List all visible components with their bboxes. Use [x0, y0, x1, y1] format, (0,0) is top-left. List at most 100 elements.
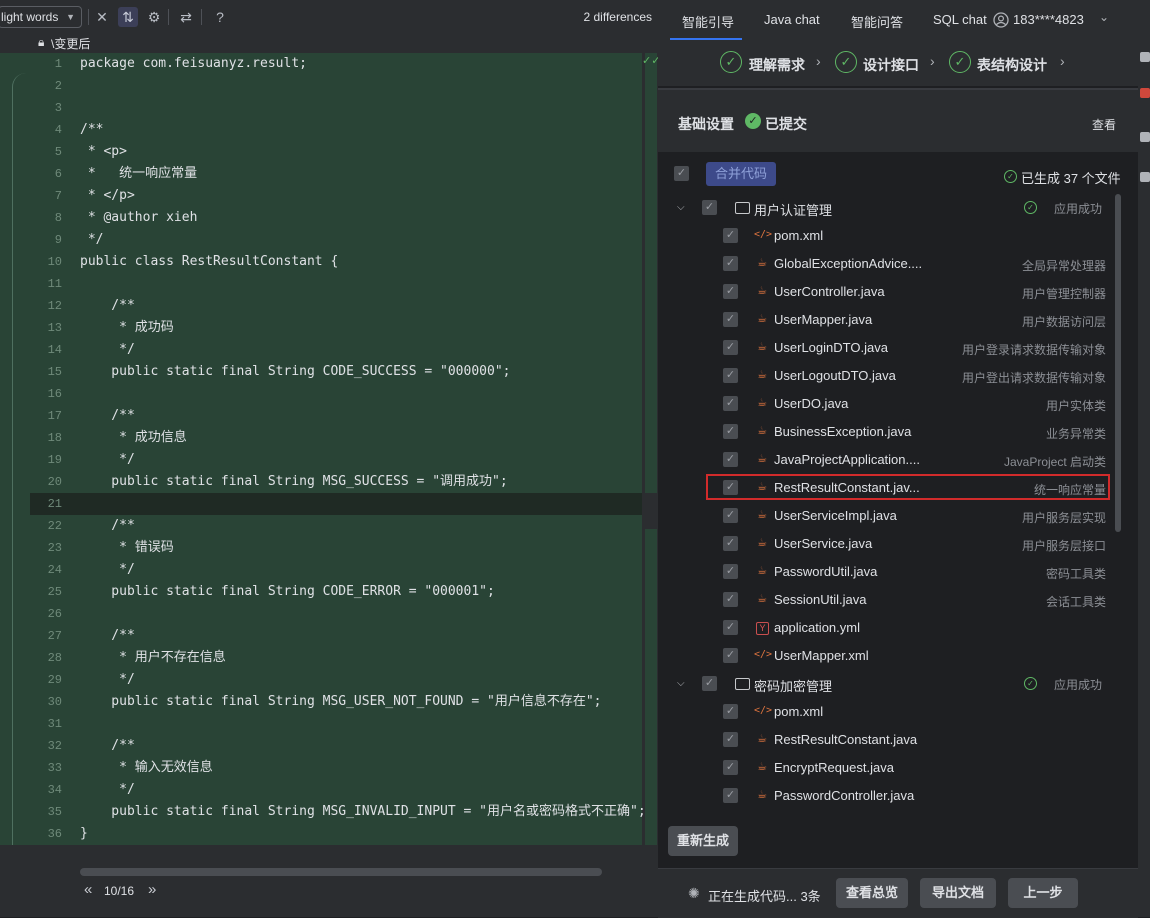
- file-checkbox[interactable]: ✓: [723, 228, 738, 243]
- file-name[interactable]: UserServiceImpl.java: [774, 508, 897, 523]
- file-description: 用户管理控制器: [1021, 287, 1106, 301]
- view-link[interactable]: 查看: [1092, 116, 1116, 133]
- swap-sides-icon[interactable]: ⇄: [176, 7, 196, 27]
- file-name[interactable]: UserController.java: [774, 284, 885, 299]
- line-number: 18: [47, 431, 62, 445]
- file-checkbox[interactable]: ✓: [723, 340, 738, 355]
- file-checkbox[interactable]: ✓: [723, 620, 738, 635]
- submitted-status: 已提交: [765, 116, 807, 132]
- diff-gutter: [0, 53, 30, 845]
- file-checkbox[interactable]: ✓: [723, 452, 738, 467]
- file-checkbox[interactable]: ✓: [723, 536, 738, 551]
- file-name[interactable]: application.yml: [774, 620, 860, 635]
- difference-pager: 10/16: [104, 884, 135, 898]
- java-file-icon: ☕︎: [757, 789, 767, 801]
- step-check-icon: ✓: [835, 51, 857, 73]
- yaml-file-icon: Y: [756, 622, 769, 635]
- file-checkbox[interactable]: ✓: [723, 312, 738, 327]
- tool-window-icon[interactable]: [1140, 88, 1150, 98]
- file-name[interactable]: UserLogoutDTO.java: [774, 368, 896, 383]
- step-design-interface[interactable]: 设计接口: [863, 55, 919, 75]
- file-list-scrollbar[interactable]: [1115, 194, 1121, 532]
- file-checkbox[interactable]: ✓: [723, 760, 738, 775]
- group-checkbox[interactable]: ✓: [702, 200, 717, 215]
- divider: [88, 9, 89, 25]
- file-checkbox[interactable]: ✓: [723, 592, 738, 607]
- file-name[interactable]: GlobalExceptionAdvice....: [774, 256, 922, 271]
- highlight-words-dropdown[interactable]: light words ▼: [0, 6, 82, 28]
- file-checkbox[interactable]: ✓: [723, 704, 738, 719]
- line-number: 22: [47, 519, 62, 533]
- regenerate-button[interactable]: 重新生成: [668, 826, 738, 856]
- select-all-checkbox[interactable]: ✓: [674, 166, 689, 181]
- line-number: 16: [47, 387, 62, 401]
- file-checkbox[interactable]: ✓: [723, 788, 738, 803]
- code-line: * </p>: [80, 188, 135, 203]
- horizontal-scrollbar[interactable]: [80, 868, 602, 876]
- account-number[interactable]: 183****4823: [1013, 12, 1084, 27]
- file-name[interactable]: PasswordController.java: [774, 788, 914, 803]
- file-name[interactable]: JavaProjectApplication....: [774, 452, 920, 467]
- chevron-down-icon[interactable]: ⌵: [677, 202, 685, 213]
- view-overview-button[interactable]: 查看总览: [836, 878, 908, 908]
- file-checkbox[interactable]: ✓: [723, 284, 738, 299]
- code-line: */: [80, 452, 135, 467]
- file-checkbox[interactable]: ✓: [723, 564, 738, 579]
- file-name[interactable]: SessionUtil.java: [774, 592, 867, 607]
- code-line: public static final String CODE_SUCCESS …: [80, 364, 511, 379]
- file-description: 会话工具类: [1045, 595, 1106, 609]
- tab-smart-guide[interactable]: 智能引导: [682, 12, 734, 31]
- tab-smart-qa[interactable]: 智能问答: [851, 12, 903, 31]
- line-number: 32: [47, 739, 62, 753]
- sync-scroll-icon[interactable]: ⇅: [118, 7, 138, 27]
- tab-sql-chat[interactable]: SQL chat: [933, 12, 987, 27]
- file-name[interactable]: EncryptRequest.java: [774, 760, 894, 775]
- code-line: */: [80, 232, 104, 247]
- previous-difference-icon[interactable]: «: [84, 881, 92, 898]
- file-path: \变更后: [51, 37, 91, 51]
- file-name[interactable]: UserService.java: [774, 536, 872, 551]
- file-name[interactable]: pom.xml: [774, 704, 823, 719]
- tool-window-icon[interactable]: [1140, 132, 1150, 142]
- help-icon[interactable]: ?: [210, 7, 230, 27]
- java-file-icon: ☕︎: [757, 257, 767, 269]
- next-difference-icon[interactable]: »: [148, 881, 156, 898]
- group-checkbox[interactable]: ✓: [702, 676, 717, 691]
- code-line: */: [80, 562, 135, 577]
- step-understand-requirements[interactable]: 理解需求: [749, 55, 805, 75]
- file-checkbox[interactable]: ✓: [723, 648, 738, 663]
- file-checkbox[interactable]: ✓: [723, 732, 738, 747]
- tab-java-chat[interactable]: Java chat: [764, 12, 820, 27]
- previous-step-button[interactable]: 上一步: [1008, 878, 1078, 908]
- chevron-down-icon[interactable]: ⌄: [1099, 10, 1109, 24]
- code-line: * 统一响应常量: [80, 166, 198, 181]
- file-name[interactable]: UserMapper.xml: [774, 648, 869, 663]
- line-number: 25: [47, 585, 62, 599]
- file-name[interactable]: PasswordUtil.java: [774, 564, 877, 579]
- file-name[interactable]: BusinessException.java: [774, 424, 911, 439]
- line-number: 26: [47, 607, 62, 621]
- collapse-icon[interactable]: ✕: [92, 7, 112, 27]
- step-table-design[interactable]: 表结构设计: [977, 55, 1047, 75]
- line-number: 9: [54, 233, 62, 247]
- chevron-down-icon[interactable]: ⌵: [677, 678, 685, 689]
- merge-code-button[interactable]: 合并代码: [706, 162, 776, 186]
- file-name[interactable]: UserDO.java: [774, 396, 848, 411]
- export-document-button[interactable]: 导出文档: [920, 878, 996, 908]
- file-name[interactable]: UserMapper.java: [774, 312, 872, 327]
- diff-scrollbar[interactable]: [643, 53, 658, 845]
- java-file-icon: ☕︎: [757, 537, 767, 549]
- file-checkbox[interactable]: ✓: [723, 424, 738, 439]
- tool-window-icon[interactable]: [1140, 172, 1150, 182]
- tool-window-icon[interactable]: [1140, 52, 1150, 62]
- file-checkbox[interactable]: ✓: [723, 508, 738, 523]
- file-name[interactable]: pom.xml: [774, 228, 823, 243]
- file-checkbox[interactable]: ✓: [723, 256, 738, 271]
- gear-icon[interactable]: ⚙: [144, 7, 164, 27]
- file-name[interactable]: UserLoginDTO.java: [774, 340, 888, 355]
- file-description: 全局异常处理器: [1021, 259, 1106, 273]
- file-checkbox[interactable]: ✓: [723, 368, 738, 383]
- file-description: 用户服务层实现: [1021, 511, 1106, 525]
- file-checkbox[interactable]: ✓: [723, 396, 738, 411]
- file-name[interactable]: RestResultConstant.java: [774, 732, 917, 747]
